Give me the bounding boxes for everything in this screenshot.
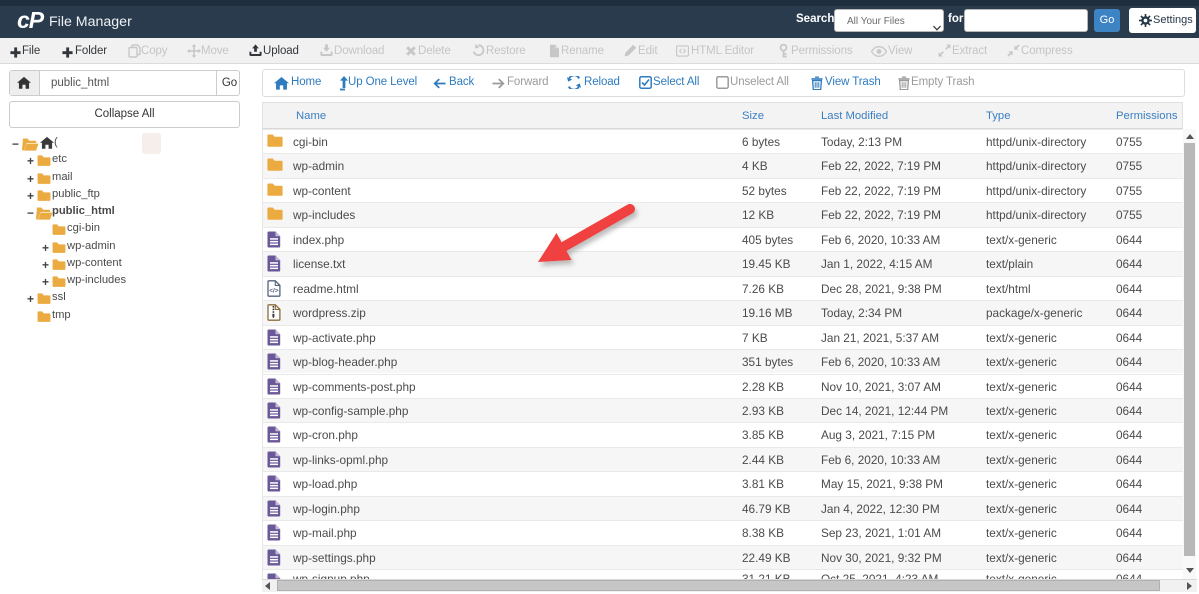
svg-text:</>: </> xyxy=(269,287,279,294)
